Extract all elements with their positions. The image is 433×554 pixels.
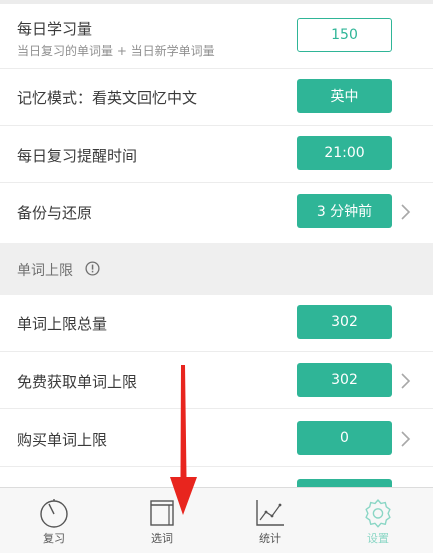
memory-mode-button[interactable]: 英中 <box>297 79 392 113</box>
row-next-partial <box>0 467 433 487</box>
row-buy-word-limit[interactable]: 购买单词上限 0 <box>0 409 433 467</box>
next-row-pill-partial <box>297 479 392 487</box>
tab-review-label: 复习 <box>43 532 65 545</box>
tab-statistics-label: 统计 <box>259 532 281 545</box>
daily-amount-button[interactable]: 150 <box>297 18 392 52</box>
daily-amount-label: 每日学习量 <box>17 20 93 38</box>
buy-word-limit-button[interactable]: 0 <box>297 421 392 455</box>
backup-label: 备份与还原 <box>17 204 93 222</box>
tab-review[interactable]: 复习 <box>0 488 108 554</box>
tab-settings-label: 设置 <box>367 532 389 545</box>
free-word-limit-button[interactable]: 302 <box>297 363 392 397</box>
backup-button[interactable]: 3 分钟前 <box>297 194 392 228</box>
section-word-limit-title: 单词上限 <box>17 263 73 279</box>
chevron-right-icon <box>401 373 411 389</box>
row-word-limit-total: 单词上限总量 302 <box>0 295 433 352</box>
chevron-right-icon <box>401 431 411 447</box>
reminder-time-button[interactable]: 21:00 <box>297 136 392 170</box>
free-word-limit-label: 免费获取单词上限 <box>17 373 138 391</box>
line-chart-icon <box>256 500 284 526</box>
section-word-limit: 单词上限 <box>0 243 433 295</box>
stopwatch-icon <box>40 499 68 528</box>
gear-icon <box>365 499 391 528</box>
tab-settings[interactable]: 设置 <box>324 488 432 554</box>
bottom-tab-bar: 复习 选词 统计 设置 <box>0 487 433 553</box>
tab-select-words-label: 选词 <box>151 532 173 545</box>
row-reminder-time[interactable]: 每日复习提醒时间 21:00 <box>0 126 433 183</box>
tab-statistics[interactable]: 统计 <box>216 488 324 554</box>
word-limit-total-label: 单词上限总量 <box>17 315 108 333</box>
daily-amount-sub: 当日复习的单词量 + 当日新学单词量 <box>17 44 215 58</box>
row-backup[interactable]: 备份与还原 3 分钟前 <box>0 183 433 243</box>
tab-select-words[interactable]: 选词 <box>108 488 216 554</box>
row-daily-amount[interactable]: 每日学习量 当日复习的单词量 + 当日新学单词量 150 <box>0 4 433 69</box>
reminder-time-label: 每日复习提醒时间 <box>17 147 138 165</box>
word-limit-total-value: 302 <box>297 305 392 339</box>
row-memory-mode[interactable]: 记忆模式：看英文回忆中文 英中 <box>0 69 433 126</box>
buy-word-limit-label: 购买单词上限 <box>17 431 108 449</box>
chevron-right-icon <box>401 204 411 220</box>
settings-screen: 每日学习量 当日复习的单词量 + 当日新学单词量 150 记忆模式：看英文回忆中… <box>0 0 433 553</box>
memory-mode-label: 记忆模式：看英文回忆中文 <box>17 89 198 107</box>
row-free-word-limit[interactable]: 免费获取单词上限 302 <box>0 352 433 409</box>
info-icon[interactable] <box>85 261 100 276</box>
book-icon <box>150 500 174 526</box>
